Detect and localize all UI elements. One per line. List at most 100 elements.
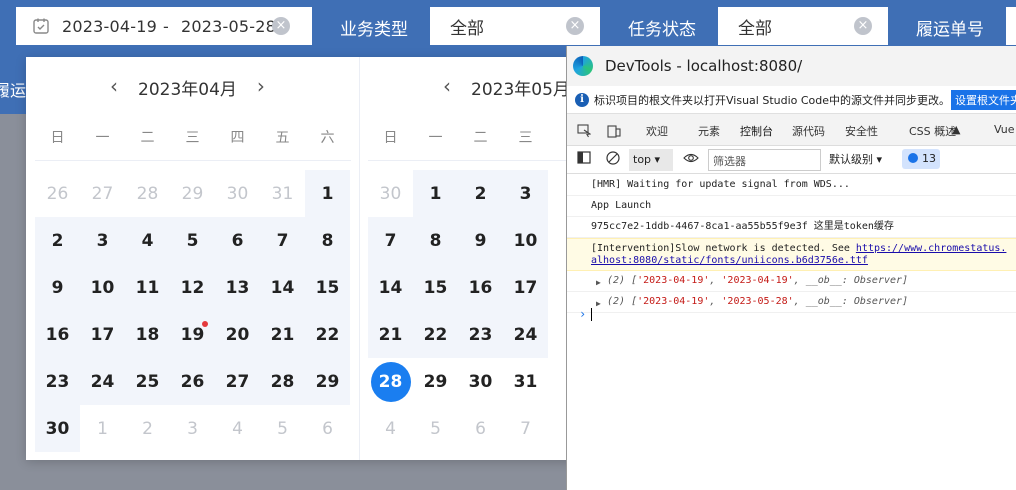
console-input-caret[interactable] xyxy=(591,308,592,321)
calendar-day[interactable]: 1 xyxy=(305,170,350,217)
tab-security[interactable]: 安全性 xyxy=(845,123,878,139)
console-array-line[interactable]: ▶ (2) ['2023-04-19', '2023-04-19', __ob_… xyxy=(567,271,1016,292)
calendar-day[interactable]: 15 xyxy=(305,264,350,311)
calendar-day[interactable]: 22 xyxy=(305,311,350,358)
calendar-day[interactable]: 13 xyxy=(215,264,260,311)
console-filter-input[interactable]: 筛选器 xyxy=(708,149,821,171)
calendar-day[interactable]: 21 xyxy=(260,311,305,358)
calendar-day[interactable]: 14 xyxy=(260,264,305,311)
calendar-day[interactable]: 17 xyxy=(503,264,548,311)
expand-triangle-icon[interactable]: ▶ xyxy=(596,277,601,289)
calendar-day[interactable]: 9 xyxy=(35,264,80,311)
calendar-day[interactable]: 15 xyxy=(413,264,458,311)
calendar-day[interactable]: 25 xyxy=(125,358,170,405)
day-number: 2 xyxy=(474,183,487,204)
clear-icon[interactable]: × xyxy=(566,17,584,35)
warning-link[interactable]: https://www.chromestatus. xyxy=(856,243,1007,254)
tab-css-overview[interactable]: CSS 概述 xyxy=(909,123,956,139)
calendar-day: 30 xyxy=(368,170,413,217)
calendar-day[interactable]: 16 xyxy=(35,311,80,358)
calendar-day[interactable]: 18 xyxy=(125,311,170,358)
context-select[interactable]: top ▾ xyxy=(629,149,673,171)
calendar-day[interactable]: 3 xyxy=(80,217,125,264)
console-array-line[interactable]: ▶ (2) ['2023-04-19', '2023-05-28', __ob_… xyxy=(567,292,1016,313)
prev-month-icon[interactable]: ‹ xyxy=(104,76,124,97)
calendar-day[interactable]: 1 xyxy=(413,170,458,217)
set-root-folder-button[interactable]: 设置根文件夹 xyxy=(951,90,1016,110)
issues-badge[interactable]: 13 xyxy=(902,149,940,169)
tab-vue[interactable]: Vue xyxy=(994,123,1015,136)
eye-icon[interactable] xyxy=(683,151,699,168)
divider xyxy=(35,160,351,161)
calendar-day[interactable]: 29 xyxy=(413,358,458,405)
calendar-day[interactable]: 24 xyxy=(503,311,548,358)
calendar-day[interactable]: 21 xyxy=(368,311,413,358)
calendar-day[interactable]: 20 xyxy=(215,311,260,358)
day-number: 6 xyxy=(475,418,486,439)
calendar-day[interactable]: 10 xyxy=(503,217,548,264)
warning-source-link[interactable]: alhost:8080/static/fonts/uniicons.b6d375… xyxy=(591,255,868,266)
calendar-day[interactable]: 10 xyxy=(80,264,125,311)
tab-console[interactable]: 控制台 xyxy=(740,123,773,148)
calendar-day-selected[interactable]: 28 xyxy=(368,358,413,405)
calendar-day[interactable]: 23 xyxy=(458,311,503,358)
day-number: 31 xyxy=(271,183,294,204)
clear-icon[interactable]: × xyxy=(854,17,872,35)
business-type-select[interactable]: 全部 × xyxy=(430,7,600,45)
tab-elements[interactable]: 元素 xyxy=(698,123,720,139)
clear-console-icon[interactable] xyxy=(606,151,620,168)
devtools-titlebar: DevTools - localhost:8080/ xyxy=(567,46,1016,86)
calendar-day[interactable]: 16 xyxy=(458,264,503,311)
calendar-day[interactable]: 30 xyxy=(35,405,80,452)
day-number: 9 xyxy=(51,277,64,298)
calendar-day[interactable]: 7 xyxy=(260,217,305,264)
calendar-day[interactable]: 4 xyxy=(125,217,170,264)
clear-icon[interactable]: × xyxy=(272,17,290,35)
calendar-day[interactable]: 7 xyxy=(368,217,413,264)
calendar-day[interactable]: 5 xyxy=(170,217,215,264)
tab-sources[interactable]: 源代码 xyxy=(792,123,825,139)
calendar-day[interactable]: 23 xyxy=(35,358,80,405)
calendar-day[interactable]: 26 xyxy=(170,358,215,405)
day-number: 4 xyxy=(141,230,154,251)
calendar-day[interactable]: 22 xyxy=(413,311,458,358)
calendar-day[interactable]: 2 xyxy=(458,170,503,217)
calendar-day[interactable]: 28 xyxy=(260,358,305,405)
calendar-day[interactable]: 9 xyxy=(458,217,503,264)
left-tab-fragment[interactable]: 履运 xyxy=(0,57,26,114)
weekday-label: 六 xyxy=(320,130,335,146)
calendar-day[interactable]: 17 xyxy=(80,311,125,358)
device-toolbar-icon[interactable] xyxy=(607,123,621,138)
calendar-day[interactable]: 31 xyxy=(503,358,548,405)
flask-icon: ▲ xyxy=(952,123,961,136)
calendar-day[interactable]: 6 xyxy=(215,217,260,264)
weekday-label: 日 xyxy=(383,130,398,146)
calendar-day[interactable]: 11 xyxy=(125,264,170,311)
calendar-day[interactable]: 30 xyxy=(458,358,503,405)
day-number: 18 xyxy=(135,324,160,345)
calendar-day[interactable]: 8 xyxy=(413,217,458,264)
calendar-day[interactable]: 19 xyxy=(170,311,215,358)
calendar-day: 29 xyxy=(170,170,215,217)
calendar-day[interactable]: 27 xyxy=(215,358,260,405)
waybill-input[interactable] xyxy=(1006,7,1016,45)
date-range-input[interactable]: 2023-04-19 - 2023-05-28 × xyxy=(16,7,312,45)
calendar-day[interactable]: 12 xyxy=(170,264,215,311)
prev-month-icon[interactable]: ‹ xyxy=(437,76,457,97)
array-item: '2023-05-28' xyxy=(721,296,794,307)
calendar-day[interactable]: 3 xyxy=(503,170,548,217)
task-status-select[interactable]: 全部 × xyxy=(718,7,888,45)
calendar-day[interactable]: 29 xyxy=(305,358,350,405)
inspect-icon[interactable] xyxy=(577,123,592,138)
calendar-day[interactable]: 2 xyxy=(35,217,80,264)
calendar-day[interactable]: 14 xyxy=(368,264,413,311)
next-month-icon[interactable]: › xyxy=(251,76,271,97)
sidebar-toggle-icon[interactable] xyxy=(577,151,591,167)
array-prefix: (2) [ xyxy=(607,275,638,286)
context-value: top xyxy=(633,153,652,166)
tab-welcome[interactable]: 欢迎 xyxy=(646,123,668,139)
calendar-day[interactable]: 24 xyxy=(80,358,125,405)
expand-triangle-icon[interactable]: ▶ xyxy=(596,298,601,310)
log-level-select[interactable]: 默认级别 ▾ xyxy=(829,151,882,167)
calendar-day[interactable]: 8 xyxy=(305,217,350,264)
